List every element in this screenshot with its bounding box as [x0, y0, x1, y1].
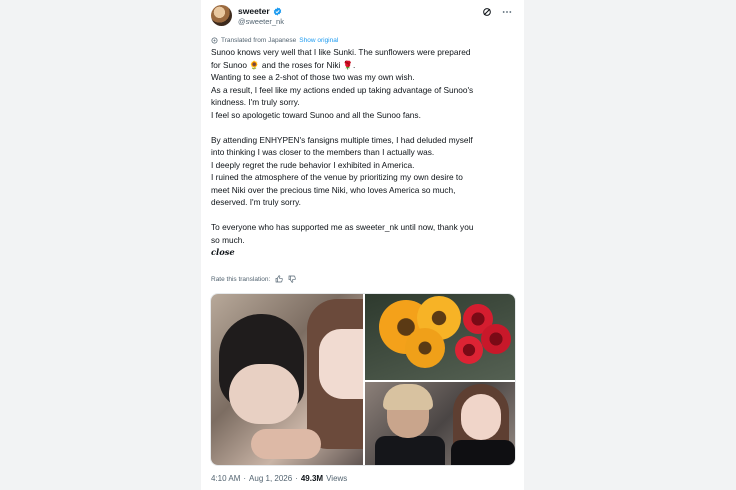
- author-name-line[interactable]: sweeter: [238, 6, 282, 16]
- rate-translation-label: Rate this translation:: [211, 275, 271, 283]
- text-line: I feel so apologetic toward Sunoo and al…: [211, 109, 421, 120]
- avatar[interactable]: [211, 5, 232, 26]
- text-line: kindness. I'm truly sorry.: [211, 97, 300, 107]
- verified-badge-icon: [273, 6, 281, 16]
- text-line: By attending ENHYPEN's fansigns multiple…: [211, 134, 473, 145]
- grok-icon[interactable]: [482, 7, 492, 17]
- more-icon[interactable]: [502, 7, 512, 17]
- show-original-link[interactable]: Show original: [299, 37, 338, 44]
- tweet-meta: 4:10 AM · Aug 1, 2026 · 49.3M Views: [211, 474, 347, 483]
- photo-detail: [251, 429, 321, 459]
- tweet-date[interactable]: Aug 1, 2026: [249, 474, 292, 483]
- text-line: for Sunoo 🌻 and the roses for Niki 🌹.: [211, 59, 356, 70]
- meta-separator: ·: [243, 474, 247, 483]
- text-line: To everyone who has supported me as swee…: [211, 222, 474, 232]
- header-actions: [482, 7, 512, 17]
- media-grid: [210, 293, 516, 466]
- rose: [481, 324, 511, 354]
- photo-detail: [383, 384, 433, 410]
- text-line: meet Niki over the precious time Niki, w…: [211, 184, 456, 195]
- text-line: I deeply regret the rude behavior I exhi…: [211, 159, 415, 170]
- text-line: As a result, I feel like my actions ende…: [211, 84, 474, 95]
- photo-detail: [319, 329, 363, 399]
- text-line: I ruined the atmosphere of the venue by …: [211, 172, 463, 182]
- views-count: 49.3M: [300, 474, 324, 483]
- photo-flowers[interactable]: [365, 294, 515, 380]
- photo-selfie[interactable]: [211, 294, 363, 465]
- text-line: deserved. I'm truly sorry.: [211, 197, 301, 207]
- text-line: so much.: [211, 234, 245, 245]
- photo-detail: [375, 436, 445, 465]
- translation-notice: Translated from Japanese Show original: [211, 37, 338, 44]
- author-handle[interactable]: @sweeter_nk: [238, 17, 284, 26]
- meta-separator: ·: [295, 474, 298, 483]
- photo-fansign[interactable]: [365, 382, 515, 465]
- closing-word: close: [211, 247, 235, 257]
- text-line: into thinking I was closer to the member…: [211, 147, 435, 157]
- thumbs-up-icon[interactable]: [275, 275, 283, 283]
- translate-icon: [211, 37, 218, 44]
- tweet-time[interactable]: 4:10 AM: [211, 474, 240, 483]
- translation-label: Translated from Japanese: [221, 37, 297, 44]
- sunflower: [405, 328, 445, 368]
- tweet-card: sweeter @sweeter_nk Translated from Japa…: [201, 0, 524, 490]
- views-label: Views: [326, 474, 348, 483]
- photo-detail: [451, 440, 515, 465]
- rose: [455, 336, 483, 364]
- thumbs-down-icon[interactable]: [288, 275, 296, 283]
- text-line: Sunoo knows very well that I like Sunki.…: [211, 47, 471, 57]
- tweet-text: Sunoo knows very well that I like Sunki.…: [211, 46, 516, 259]
- rate-translation: Rate this translation:: [211, 275, 296, 283]
- tweet-header: sweeter @sweeter_nk: [211, 5, 516, 29]
- author-display-name[interactable]: sweeter: [238, 6, 270, 16]
- text-line: Wanting to see a 2-shot of those two was…: [211, 72, 415, 82]
- photo-detail: [229, 364, 299, 424]
- photo-detail: [461, 394, 501, 440]
